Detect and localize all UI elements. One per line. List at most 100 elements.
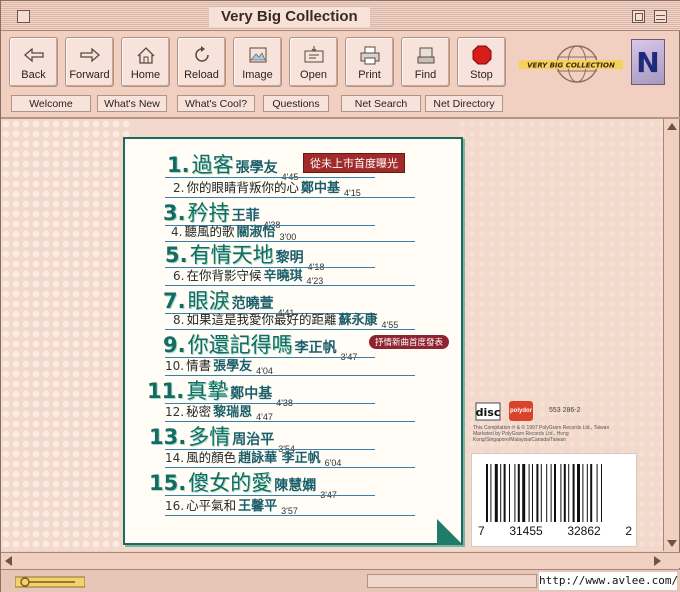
directory-button-questions[interactable]: Questions bbox=[263, 95, 329, 112]
track-artist: 蘇永康 bbox=[338, 313, 378, 328]
barcode-bar bbox=[546, 464, 548, 522]
netscape-logo[interactable]: N bbox=[631, 39, 665, 85]
track-artist: 張學友 bbox=[213, 359, 253, 374]
home-icon bbox=[137, 47, 154, 64]
track-num: 14. bbox=[165, 451, 185, 465]
toolbar-button-label: Reload bbox=[184, 69, 219, 81]
track-title: 聽風的歌 bbox=[184, 224, 235, 239]
open-icon bbox=[304, 46, 323, 63]
barcode-bar bbox=[494, 464, 498, 522]
toolbar-button-label: Back bbox=[21, 69, 46, 81]
scroll-down-arrow-icon[interactable] bbox=[667, 540, 677, 547]
track-num: 15. bbox=[149, 471, 187, 495]
toolbar-button-label: Forward bbox=[69, 69, 110, 81]
status-message-field bbox=[367, 574, 537, 588]
barcode-bar bbox=[486, 464, 488, 522]
track-title: 傻女的愛 bbox=[188, 471, 273, 495]
track-num: 8. bbox=[173, 313, 185, 327]
barcode-digit-group: 32862 bbox=[567, 524, 601, 538]
svg-text:disc: disc bbox=[476, 406, 501, 419]
back-button[interactable]: Back bbox=[9, 37, 58, 87]
status-bar: http://www.avlee.com/ bbox=[1, 569, 680, 592]
track-artist: 關淑怡 bbox=[236, 225, 276, 240]
open-button[interactable]: Open bbox=[289, 37, 338, 87]
catalog-number: 553 286-2 bbox=[549, 407, 581, 414]
barcode-bar bbox=[528, 464, 530, 522]
barcode-panel: 7 31455 32862 2 bbox=[471, 453, 637, 547]
track-artist: 黎瑞恩 bbox=[213, 405, 253, 420]
toolbar-button-label: Home bbox=[130, 69, 161, 81]
barcode-bar bbox=[509, 464, 510, 522]
track-title: 有情天地 bbox=[189, 243, 274, 267]
barcode-bar bbox=[503, 464, 506, 522]
vertical-scrollbar[interactable] bbox=[663, 119, 679, 551]
track-title: 你還記得嗎 bbox=[187, 333, 293, 357]
window-title: Very Big Collection bbox=[209, 7, 370, 27]
image-button[interactable]: Image bbox=[233, 37, 282, 87]
stop-button[interactable]: Stop bbox=[457, 37, 506, 87]
barcode-bar bbox=[563, 464, 566, 522]
barcode-bar bbox=[532, 464, 533, 522]
printer-icon bbox=[360, 46, 379, 65]
toolbar-button-label: Stop bbox=[470, 69, 493, 81]
track-row: 8. 如果這是我愛你最好的距離 蘇永康 4'55 bbox=[173, 309, 493, 330]
find-button[interactable]: Find bbox=[401, 37, 450, 87]
logo-letter: N bbox=[636, 45, 660, 79]
close-box[interactable] bbox=[17, 10, 30, 23]
directory-button-what-s-new[interactable]: What's New bbox=[97, 95, 167, 112]
collapse-box[interactable] bbox=[654, 10, 667, 23]
scroll-right-arrow-icon[interactable] bbox=[654, 556, 661, 566]
navigation-toolbar: Back Forward Home Reload Image Open Print Find S… bbox=[9, 37, 506, 89]
reload-icon bbox=[194, 46, 209, 62]
find-icon bbox=[417, 47, 434, 64]
polydor-logo: polydor bbox=[509, 401, 533, 421]
zoom-box[interactable] bbox=[632, 10, 645, 23]
track-title: 過客 bbox=[191, 153, 234, 177]
track-title: 多情 bbox=[188, 425, 231, 449]
track-num: 10. bbox=[165, 359, 185, 373]
track-num: 12. bbox=[165, 405, 185, 419]
track-num: 9. bbox=[163, 333, 186, 357]
barcode-bar bbox=[554, 464, 556, 522]
toolbar-button-label: Open bbox=[300, 69, 327, 81]
barcode-bar bbox=[522, 464, 526, 522]
collection-globe-logo: VERY BIG COLLECTION bbox=[519, 45, 623, 83]
track-num: 5. bbox=[165, 243, 188, 267]
title-bar[interactable]: Very Big Collection bbox=[1, 1, 680, 31]
track-artist: 周治平 bbox=[232, 432, 275, 448]
track-title: 情書 bbox=[186, 358, 212, 373]
barcode-bar bbox=[568, 464, 570, 522]
directory-button-net-directory[interactable]: Net Directory bbox=[425, 95, 503, 112]
toolbar-button-label: Print bbox=[358, 69, 381, 81]
barcode-bar bbox=[572, 464, 575, 522]
scroll-left-arrow-icon[interactable] bbox=[5, 556, 12, 566]
image-icon bbox=[249, 47, 266, 63]
track-num: 2. bbox=[173, 181, 185, 195]
security-key-icon bbox=[15, 576, 85, 588]
home-button[interactable]: Home bbox=[121, 37, 170, 87]
track-num: 11. bbox=[147, 379, 185, 403]
track-row: 6. 在你背影守候 辛曉琪 4'23 bbox=[173, 265, 493, 286]
scroll-up-arrow-icon[interactable] bbox=[667, 123, 677, 130]
track-artist: 趙詠華 李正帆 bbox=[238, 451, 321, 466]
barcode-bar bbox=[500, 464, 502, 522]
barcode-digit-group: 2 bbox=[625, 524, 632, 538]
track-title: 秘密 bbox=[186, 404, 212, 419]
print-button[interactable]: Print bbox=[345, 37, 394, 87]
track-title: 你的眼睛背叛你的心 bbox=[186, 180, 299, 195]
track-artist: 李正帆 bbox=[294, 340, 337, 356]
barcode-bar bbox=[517, 464, 520, 522]
directory-button-net-search[interactable]: Net Search bbox=[341, 95, 421, 112]
toolbar-button-label: Image bbox=[242, 69, 273, 81]
track-artist: 張學友 bbox=[235, 160, 278, 176]
directory-button-welcome[interactable]: Welcome bbox=[11, 95, 91, 112]
barcode-bar bbox=[596, 464, 598, 522]
barcode bbox=[486, 464, 602, 522]
directory-button-what-s-cool[interactable]: What's Cool? bbox=[177, 95, 255, 112]
horizontal-scrollbar[interactable] bbox=[1, 552, 680, 568]
forward-button[interactable]: Forward bbox=[65, 37, 114, 87]
track-row: 16. 心平氣和 王馨平 3'57 bbox=[165, 495, 485, 516]
track-artist: 王馨平 bbox=[238, 499, 278, 514]
track-artist: 辛曉琪 bbox=[263, 269, 303, 284]
reload-button[interactable]: Reload bbox=[177, 37, 226, 87]
